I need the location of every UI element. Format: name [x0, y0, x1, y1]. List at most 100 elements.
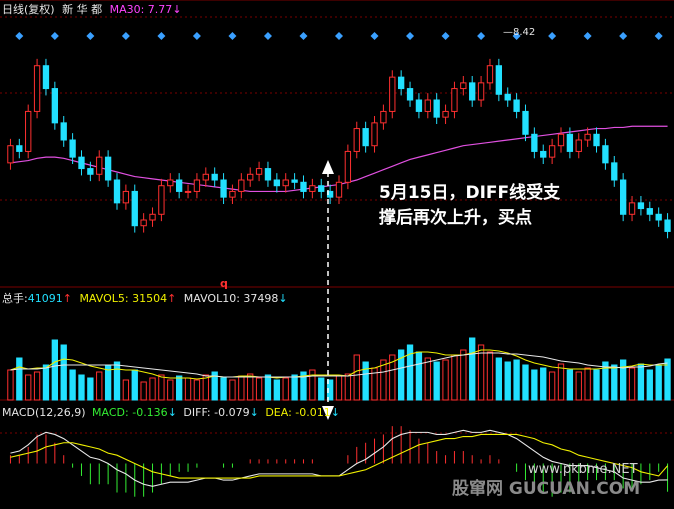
- candle-body: [548, 145, 556, 158]
- volume-bar: [566, 369, 574, 401]
- volume-bar: [362, 361, 369, 401]
- candle-body: [255, 168, 263, 175]
- signal-diamond: [619, 32, 628, 40]
- volume-bar: [149, 377, 156, 401]
- candle-body: [273, 179, 281, 187]
- volume-bar: [415, 351, 423, 401]
- volume-bar: [522, 364, 529, 401]
- candle-body: [131, 190, 138, 227]
- volume-bar: [637, 363, 645, 401]
- signal-diamond: [121, 32, 130, 40]
- candle-body: [33, 65, 41, 112]
- volume-bar: [96, 371, 103, 401]
- signal-diamond: [15, 32, 24, 40]
- candle-body: [104, 156, 112, 181]
- diff-value: DIFF: -0.079: [183, 406, 250, 419]
- annotation-line2: 撑后再次上升，买点: [379, 208, 532, 228]
- macd-arrow-icon: ↓: [167, 406, 177, 419]
- candle-body: [344, 150, 352, 183]
- candle-body: [442, 110, 449, 118]
- ma30-value: MA30: 7.77: [109, 3, 173, 16]
- candle-body: [122, 190, 130, 204]
- volume-bar: [548, 371, 556, 401]
- mavol5-arrow-icon: ↑: [167, 292, 177, 305]
- volume-header: 总手:41091↑ MAVOL5: 31504↑ MAVOL10: 37498↓: [2, 292, 288, 305]
- high-price-label: —8.42: [503, 27, 536, 38]
- candle-body: [664, 219, 671, 232]
- signal-diamond: [370, 32, 379, 40]
- candle-body: [247, 173, 254, 181]
- diff-arrow-icon: ↓: [249, 406, 259, 419]
- volume-bar: [131, 369, 138, 401]
- volume-bar: [628, 367, 636, 401]
- candle-body: [557, 133, 565, 147]
- volume-bar: [424, 357, 431, 401]
- candle-body: [531, 133, 538, 152]
- total-arrow-icon: ↑: [62, 292, 72, 305]
- volume-bar: [247, 373, 254, 401]
- candle-body: [513, 99, 520, 112]
- candle-body: [149, 213, 156, 221]
- candle-body: [353, 128, 360, 152]
- candle-body: [504, 93, 511, 101]
- volume-bar: [69, 369, 76, 401]
- watermark-brand: 股窜网 GUCUAN.COM: [452, 479, 641, 499]
- candle-body: [16, 145, 23, 152]
- volume-bar: [460, 349, 467, 401]
- signal-diamond: [548, 32, 557, 40]
- candle-body: [318, 185, 325, 192]
- candle-body: [380, 110, 387, 124]
- candle-body: [451, 88, 458, 112]
- volume-bar: [504, 361, 511, 401]
- volume-bar: [469, 337, 476, 401]
- candle-body: [495, 65, 503, 95]
- ma30-arrow-icon: ↓: [172, 3, 182, 16]
- kline-chart: [0, 0, 674, 497]
- volume-bar: [229, 379, 236, 401]
- candle-body: [655, 213, 662, 221]
- volume-bar: [344, 373, 352, 401]
- volume-bar: [619, 359, 627, 401]
- volume-bar: [557, 363, 565, 401]
- volume-bar: [16, 357, 23, 401]
- volume-bar: [451, 354, 458, 401]
- candle-body: [51, 88, 59, 124]
- signal-diamond: [157, 32, 166, 40]
- volume-bar: [353, 354, 360, 401]
- annotation-line1: 5月15日，DIFF线受支: [379, 183, 561, 203]
- annotation-text: 5月15日，DIFF线受支 撑后再次上升，买点: [379, 181, 560, 231]
- candle-body: [406, 88, 414, 101]
- total-value: 41091: [27, 292, 63, 305]
- candle-body: [60, 122, 67, 141]
- macd-header: MACD(12,26,9) MACD: -0.136↓ DIFF: -0.079…: [2, 406, 340, 419]
- volume-bar: [264, 374, 272, 401]
- volume-bar: [87, 377, 94, 401]
- signal-diamond: [86, 32, 95, 40]
- candle-body: [646, 208, 653, 215]
- volume-bar: [167, 379, 174, 401]
- signal-diamond: [583, 32, 592, 40]
- signal-diamond: [228, 32, 237, 40]
- signal-diamonds: [15, 32, 663, 40]
- candle-body: [424, 99, 431, 112]
- candle-body: [362, 128, 369, 147]
- candle-body: [264, 168, 272, 181]
- price-header: 日线(复权) 新 华 都 MA30: 7.77↓: [2, 3, 182, 16]
- candle-body: [477, 82, 485, 101]
- volume-bar: [113, 361, 121, 401]
- candle-body: [637, 202, 645, 210]
- candle-body: [389, 76, 396, 112]
- volume-bar: [442, 359, 449, 401]
- candle-body: [335, 181, 343, 198]
- volume-bar: [25, 374, 32, 401]
- candle-body: [175, 179, 183, 192]
- candle-body: [584, 133, 591, 141]
- signal-diamond: [50, 32, 59, 40]
- candle-body: [140, 219, 147, 227]
- mavol5-value: MAVOL5: 31504: [79, 292, 168, 305]
- candle-body: [540, 150, 547, 158]
- volume-bar: [122, 379, 130, 401]
- signal-diamond: [192, 32, 201, 40]
- candle-body: [486, 65, 494, 84]
- macd-value: MACD: -0.136: [92, 406, 168, 419]
